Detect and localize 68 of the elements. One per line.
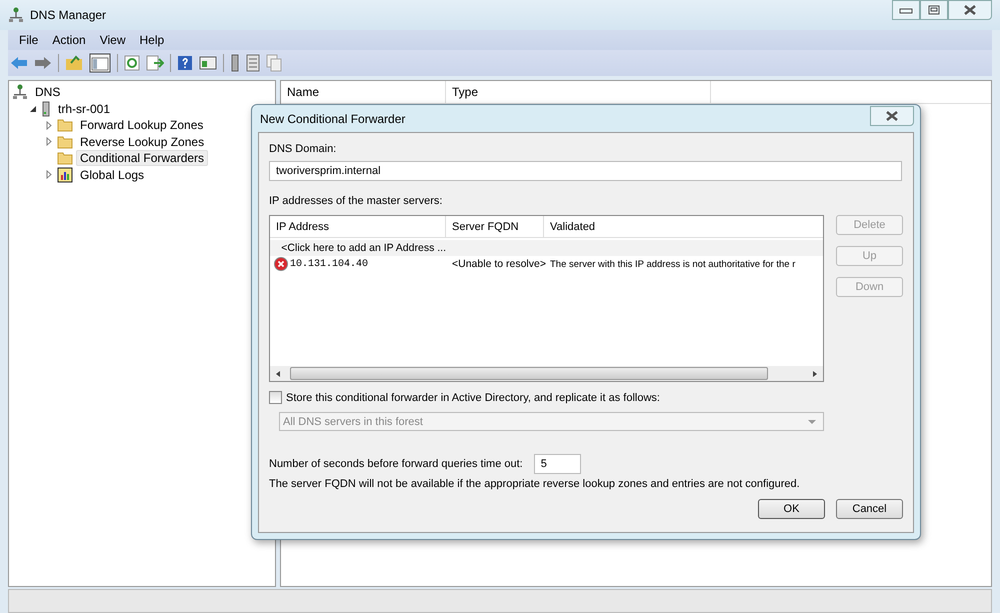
table-row[interactable]: 10.131.104.40 <Unable to resolve> The server with this IP address is not authoritative for the r xyxy=(270,256,823,272)
timeout-field[interactable]: 5 xyxy=(534,454,581,474)
window-icon[interactable] xyxy=(199,55,217,71)
column-header[interactable]: Validated xyxy=(544,216,823,237)
close-icon xyxy=(963,5,977,15)
export-icon[interactable] xyxy=(146,55,164,71)
checkbox-label: Store this conditional forwarder in Active Directory, and replicate it as follows: xyxy=(286,392,660,404)
menu-item[interactable]: File xyxy=(12,33,46,47)
close-button[interactable] xyxy=(948,0,992,20)
table-cell: 10.131.104.40 xyxy=(290,258,368,270)
refresh-icon[interactable] xyxy=(124,55,140,71)
dropdown-arrow-icon xyxy=(807,418,817,424)
log-icon xyxy=(57,166,73,183)
scroll-left-icon[interactable] xyxy=(274,370,282,378)
copy-icon[interactable] xyxy=(266,54,282,72)
expand-arrow-icon[interactable] xyxy=(44,170,54,180)
tree-item[interactable]: Conditional Forwarders xyxy=(76,150,208,166)
expand-arrow-icon[interactable] xyxy=(44,120,54,130)
collapse-arrow-icon[interactable] xyxy=(28,104,38,113)
horizontal-scrollbar[interactable] xyxy=(270,366,823,381)
menu-item[interactable]: Help xyxy=(132,33,172,47)
table-row[interactable]: <Click here to add an IP Address ... xyxy=(270,240,823,256)
section-label: IP addresses of the master servers: xyxy=(269,195,444,207)
dns-domain-field[interactable]: tworiversprim.internal xyxy=(269,161,902,181)
network-icon xyxy=(8,7,24,23)
expand-arrow-icon[interactable] xyxy=(44,137,54,146)
tree-item[interactable]: DNS xyxy=(31,84,64,100)
forward-arrow-icon[interactable] xyxy=(34,55,52,71)
ok-button[interactable]: OK xyxy=(758,499,825,519)
folder-icon xyxy=(57,118,73,132)
column-header[interactable]: Type xyxy=(446,81,711,103)
folder-icon xyxy=(57,151,73,166)
table-cell-text: The server with this IP address is not authoritative for the r xyxy=(549,258,796,270)
checkbox[interactable] xyxy=(269,391,282,404)
dialog-title: New Conditional Forwarder xyxy=(260,112,406,126)
minimize-button[interactable] xyxy=(892,0,920,20)
menu-item[interactable]: Action xyxy=(45,33,93,47)
table-cell-text: <Unable to resolve> xyxy=(451,258,544,270)
column-header[interactable]: Name xyxy=(281,81,446,103)
server-icon[interactable] xyxy=(230,54,240,72)
tree-item[interactable]: Global Logs xyxy=(76,166,148,183)
close-icon xyxy=(885,111,899,121)
tree-item[interactable]: Reverse Lookup Zones xyxy=(76,134,208,150)
window-title: DNS Manager xyxy=(30,8,106,22)
close-button[interactable] xyxy=(870,106,914,126)
tree-item[interactable]: trh-sr-001 xyxy=(54,100,114,117)
help-icon[interactable] xyxy=(177,55,193,71)
cancel-button[interactable]: Cancel xyxy=(836,499,903,519)
field-label: DNS Domain: xyxy=(269,143,338,155)
minimize-icon xyxy=(899,6,913,14)
scroll-right-icon[interactable] xyxy=(811,370,819,378)
server-icon xyxy=(41,100,51,117)
back-arrow-icon[interactable] xyxy=(10,55,28,71)
note-text: The server FQDN will not be available if the appropriate reverse lookup zones and entries are not configured. xyxy=(269,478,801,490)
table-cell: <Click here to add an IP Address ... xyxy=(281,242,446,254)
maximize-button[interactable] xyxy=(920,0,948,20)
restore-icon xyxy=(928,5,940,15)
list-icon[interactable] xyxy=(246,54,260,72)
error-icon xyxy=(274,257,288,271)
tree-item[interactable]: Forward Lookup Zones xyxy=(76,117,208,134)
column-header[interactable]: Server FQDN xyxy=(446,216,544,237)
folder-up-icon[interactable] xyxy=(65,55,83,71)
console-tree-icon[interactable] xyxy=(89,53,111,73)
network-icon xyxy=(12,84,28,100)
column-header[interactable]: IP Address xyxy=(270,216,446,237)
timeout-label: Number of seconds before forward queries time out: xyxy=(269,458,523,470)
menu-item[interactable]: View xyxy=(92,33,132,47)
folder-icon xyxy=(57,134,73,149)
